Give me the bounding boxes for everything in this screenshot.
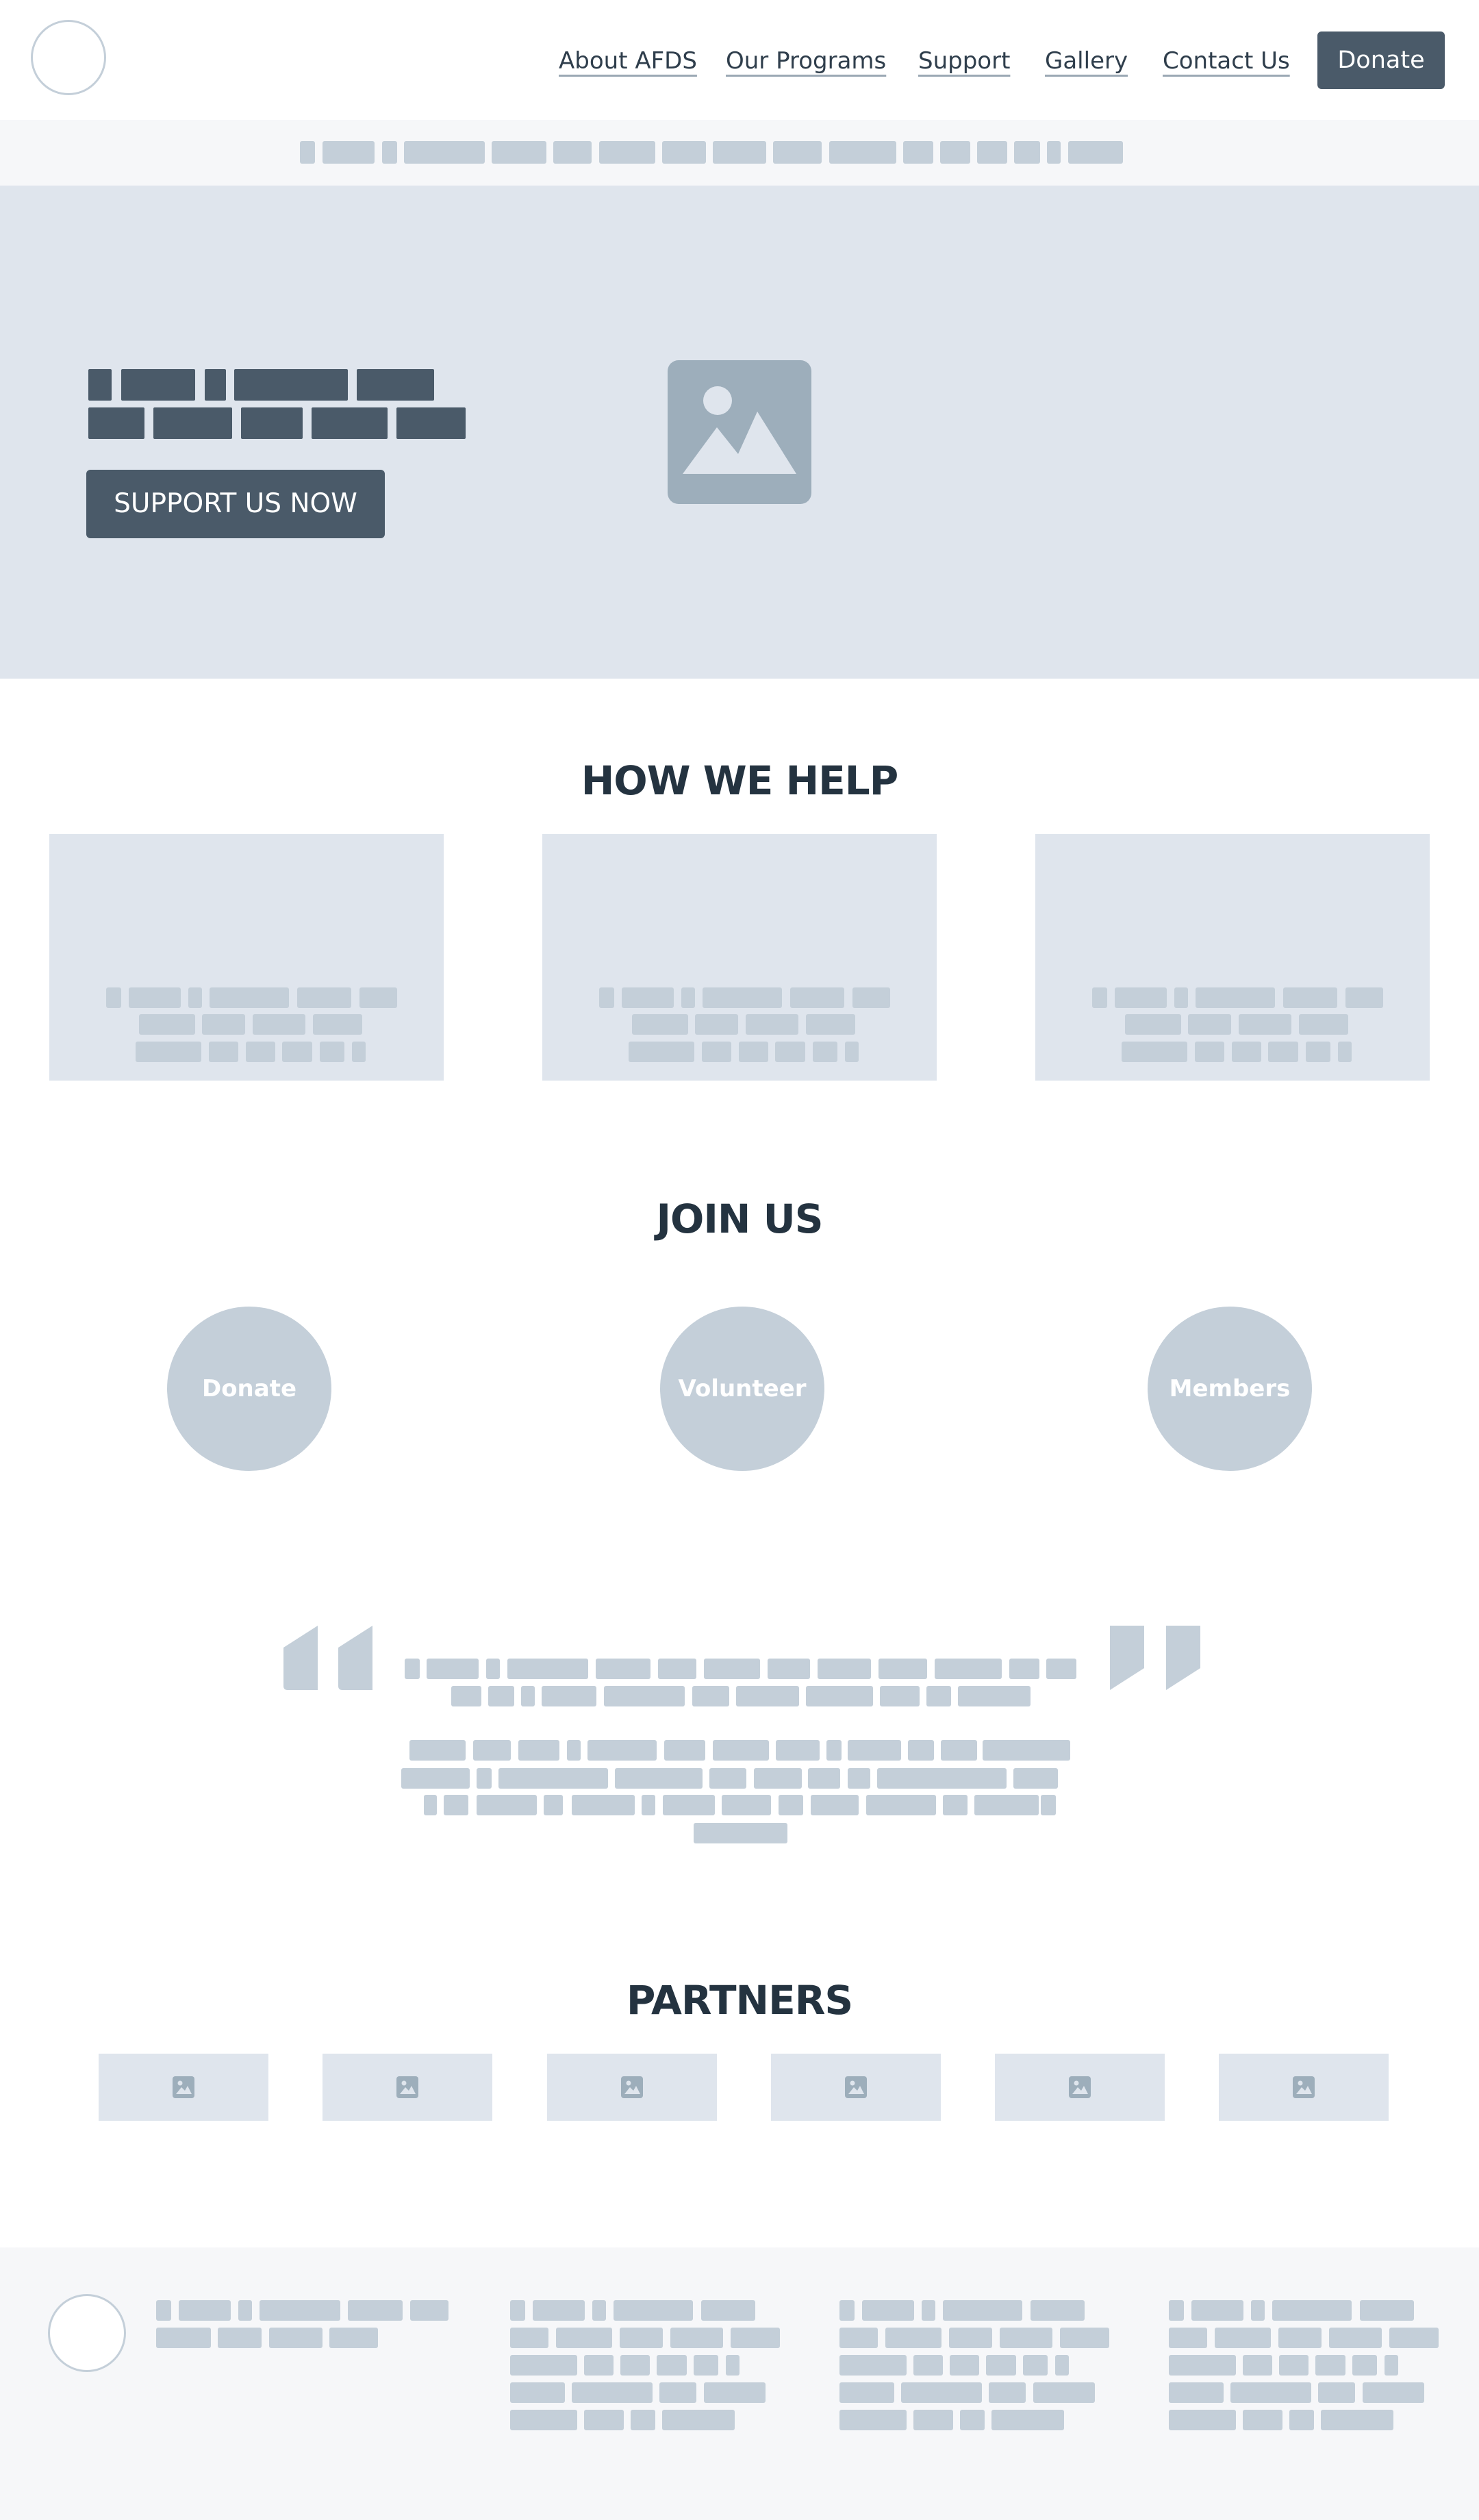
footer-column bbox=[1169, 2300, 1456, 2436]
announcement-bar bbox=[0, 120, 1479, 186]
partner-logo[interactable] bbox=[771, 2054, 941, 2121]
image-icon bbox=[845, 2076, 867, 2098]
footer-column bbox=[510, 2300, 784, 2436]
nav-support[interactable]: Support bbox=[918, 44, 1010, 78]
image-icon bbox=[173, 2076, 194, 2098]
hero-heading-placeholder bbox=[0, 186, 493, 459]
help-card[interactable] bbox=[1035, 834, 1430, 1081]
image-icon bbox=[621, 2076, 643, 2098]
partner-logo[interactable] bbox=[547, 2054, 717, 2121]
nav-programs[interactable]: Our Programs bbox=[726, 44, 886, 78]
nav-gallery[interactable]: Gallery bbox=[1045, 44, 1128, 78]
image-icon bbox=[1069, 2076, 1091, 2098]
testimonial-text-placeholder bbox=[383, 1643, 1096, 1849]
nav-contact[interactable]: Contact Us bbox=[1163, 44, 1290, 78]
join-donate-button[interactable]: Donate bbox=[167, 1307, 331, 1471]
footer-logo[interactable] bbox=[48, 2294, 126, 2372]
donate-button[interactable]: Donate bbox=[1317, 32, 1445, 89]
footer-column bbox=[839, 2300, 1113, 2436]
help-card[interactable] bbox=[542, 834, 937, 1081]
open-quote-icon bbox=[283, 1626, 372, 1690]
partners-title: PARTNERS bbox=[626, 1977, 853, 2024]
site-logo[interactable] bbox=[31, 20, 106, 95]
how-we-help-title: HOW WE HELP bbox=[581, 757, 898, 804]
join-volunteer-button[interactable]: Volunteer bbox=[660, 1307, 824, 1471]
partner-logo[interactable] bbox=[99, 2054, 268, 2121]
support-us-button[interactable]: SUPPORT US NOW bbox=[86, 470, 385, 538]
join-members-button[interactable]: Members bbox=[1148, 1307, 1312, 1471]
image-icon bbox=[396, 2076, 418, 2098]
partner-logo[interactable] bbox=[995, 2054, 1165, 2121]
partner-logo[interactable] bbox=[1219, 2054, 1389, 2121]
partner-logo[interactable] bbox=[323, 2054, 492, 2121]
help-card[interactable] bbox=[49, 834, 444, 1081]
join-us-title: JOIN US bbox=[656, 1196, 823, 1242]
image-icon bbox=[1293, 2076, 1315, 2098]
close-quote-icon bbox=[1110, 1626, 1200, 1690]
nav-about[interactable]: About AFDS bbox=[559, 44, 697, 78]
image-icon bbox=[668, 360, 811, 504]
